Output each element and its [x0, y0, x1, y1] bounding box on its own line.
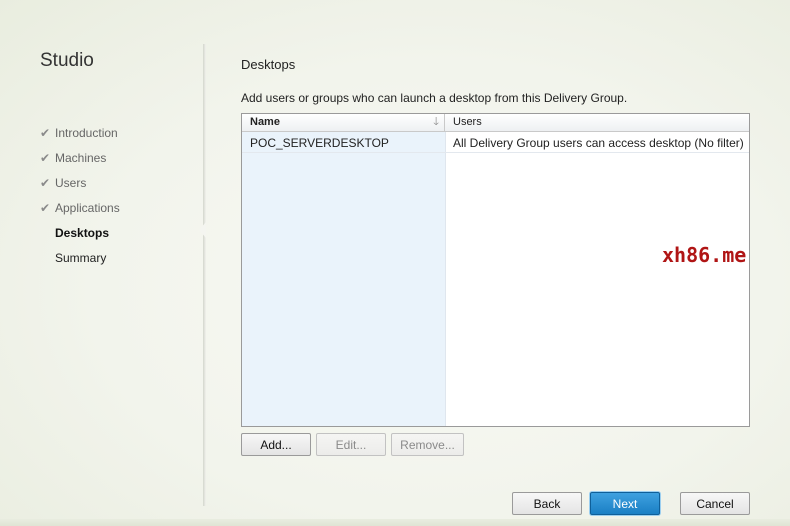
name-column-background	[242, 132, 445, 426]
next-button[interactable]: Next	[590, 492, 660, 515]
step-label: Applications	[55, 200, 120, 215]
sort-descending-icon: 🡓	[433, 116, 439, 128]
step-machines: ✔ Machines	[40, 145, 120, 170]
cell-name: POC_SERVERDESKTOP	[250, 136, 389, 150]
wizard-steps: ✔ Introduction ✔ Machines ✔ Users ✔ Appl…	[40, 120, 120, 270]
page-title: Desktops	[241, 57, 296, 72]
checkmark-icon: ✔	[40, 200, 51, 215]
step-label: Introduction	[55, 125, 118, 140]
checkmark-icon: ✔	[40, 150, 51, 165]
watermark-text: xh86.me	[662, 243, 747, 267]
current-step-pointer	[199, 222, 206, 238]
checkmark-icon: ✔	[40, 125, 51, 140]
back-button[interactable]: Back	[512, 492, 582, 515]
app-title: Studio	[40, 50, 94, 71]
remove-button[interactable]: Remove...	[391, 433, 464, 456]
step-summary: Summary	[40, 245, 120, 270]
column-header-users[interactable]: Users	[445, 114, 749, 132]
column-separator	[445, 132, 446, 426]
step-users: ✔ Users	[40, 170, 120, 195]
column-header-label: Name	[250, 116, 280, 128]
table-row[interactable]: POC_SERVERDESKTOP All Delivery Group use…	[242, 133, 749, 153]
wizard-sidebar: Studio ✔ Introduction ✔ Machines ✔ Users…	[0, 0, 204, 526]
step-desktops: Desktops	[40, 220, 120, 245]
window-bottom-edge	[0, 519, 790, 526]
cancel-button[interactable]: Cancel	[680, 492, 750, 515]
panel-divider	[203, 44, 206, 506]
step-label: Users	[55, 175, 87, 190]
step-introduction: ✔ Introduction	[40, 120, 120, 145]
grid-header: Name 🡓 Users	[242, 114, 749, 132]
step-applications: ✔ Applications	[40, 195, 120, 220]
checkmark-icon: ✔	[40, 175, 51, 190]
desktops-grid: Name 🡓 Users POC_SERVERDESKTOP All Deliv…	[241, 113, 750, 427]
instruction-text: Add users or groups who can launch a des…	[241, 91, 628, 105]
step-label: Machines	[55, 150, 107, 165]
step-label: Desktops	[55, 225, 110, 240]
edit-button[interactable]: Edit...	[316, 433, 386, 456]
column-header-name[interactable]: Name 🡓	[242, 114, 445, 132]
step-label: Summary	[55, 250, 107, 265]
add-button[interactable]: Add...	[241, 433, 311, 456]
cell-users: All Delivery Group users can access desk…	[453, 136, 744, 150]
